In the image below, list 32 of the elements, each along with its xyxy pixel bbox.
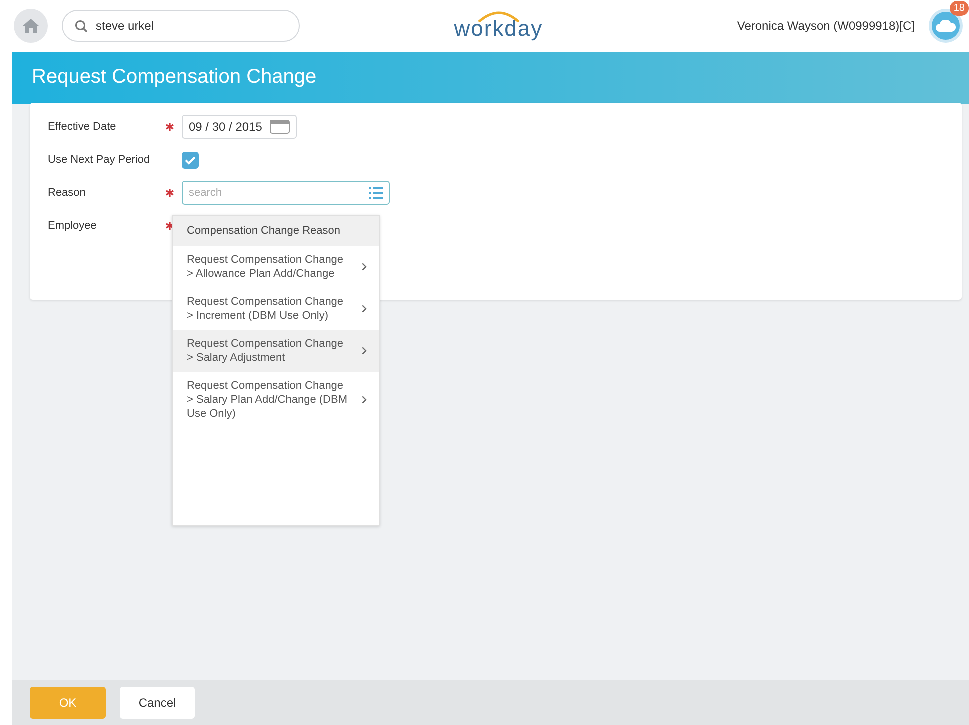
- logo-arc-icon: [476, 10, 521, 22]
- field-label: Use Next Pay Period: [48, 154, 152, 166]
- field-label: Employee: [48, 220, 98, 232]
- page-title: Request Compensation Change: [32, 66, 318, 89]
- home-button[interactable]: [14, 9, 48, 43]
- chevron-right-icon: [362, 347, 367, 355]
- search-field[interactable]: search: [183, 182, 369, 204]
- chevron-right-icon: [362, 263, 367, 271]
- reason-prompt-field[interactable]: search: [182, 181, 390, 205]
- date-field[interactable]: 09 / 30 / 2015: [182, 115, 298, 139]
- user-name: Veronica Wayson (W0999918)[C]: [737, 19, 915, 33]
- list-icon: [369, 187, 383, 199]
- checkmark-icon: [185, 156, 196, 164]
- field-label: Effective Date: [48, 121, 118, 133]
- search-icon: [75, 20, 88, 32]
- checkbox[interactable]: [182, 152, 199, 168]
- calendar-icon: [270, 120, 290, 134]
- menu-item[interactable]: Request Compensation Change > Salary Adjustment: [173, 330, 379, 372]
- cancel-button[interactable]: Cancel: [120, 686, 195, 718]
- menu-item[interactable]: Request Compensation Change > Increment (DBM Use Only): [173, 288, 379, 330]
- cloud-icon: [936, 20, 956, 32]
- home-icon: [23, 19, 39, 33]
- search-input[interactable]: steve urkel: [88, 11, 299, 41]
- chevron-right-icon: [362, 305, 367, 313]
- menu-item[interactable]: Request Compensation Change > Salary Plan Add/Change (DBM Use Only): [173, 372, 379, 428]
- search-field[interactable]: steve urkel: [62, 10, 300, 42]
- notification-badge: 18: [950, 1, 969, 16]
- field-label: Reason: [48, 187, 87, 199]
- menu-category[interactable]: Compensation Change Reason: [173, 216, 379, 246]
- menu-item[interactable]: Request Compensation Change > Allowance Plan Add/Change: [173, 246, 379, 288]
- chevron-right-icon: [362, 396, 367, 404]
- logo: workday: [454, 16, 544, 42]
